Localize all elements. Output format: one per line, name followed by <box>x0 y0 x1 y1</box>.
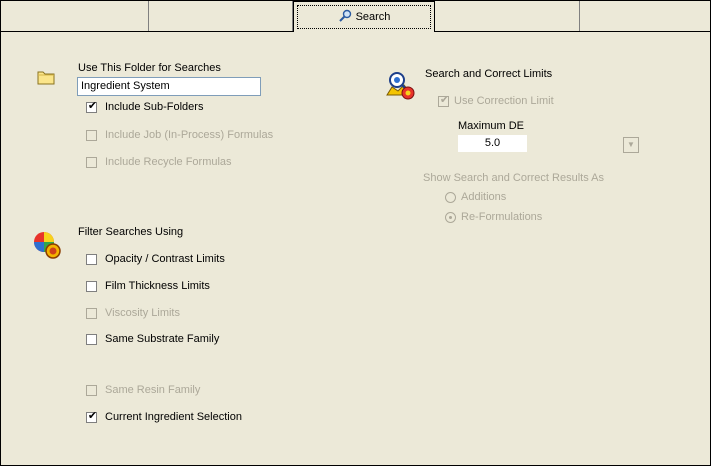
chevron-down-icon: ▼ <box>627 140 635 149</box>
tab-strip: Search <box>1 1 710 32</box>
checkmark-icon: ✔ <box>439 94 450 106</box>
additions-label: Additions <box>461 191 507 203</box>
tab-4[interactable] <box>435 1 580 31</box>
include-job-formulas-checkbox[interactable] <box>86 130 97 141</box>
folder-heading: Use This Folder for Searches <box>78 62 221 74</box>
tab-1[interactable] <box>1 1 149 31</box>
same-resin-label: Same Resin Family <box>105 384 201 396</box>
tab-5[interactable] <box>580 1 710 31</box>
folder-path-input[interactable]: Ingredient System <box>77 77 261 96</box>
opacity-contrast-label: Opacity / Contrast Limits <box>105 253 225 265</box>
use-correction-limit-label: Use Correction Limit <box>454 95 554 107</box>
viscosity-limits-checkbox[interactable] <box>86 308 97 319</box>
opacity-contrast-checkbox[interactable] <box>86 254 97 265</box>
checkmark-icon: ✔ <box>87 100 98 112</box>
tab-search-label: Search <box>355 11 391 23</box>
reformulations-radio[interactable] <box>445 212 456 223</box>
same-substrate-checkbox[interactable] <box>86 334 97 345</box>
search-correct-icon <box>384 69 416 104</box>
include-job-formulas-label: Include Job (In-Process) Formulas <box>105 129 274 141</box>
filter-heading: Filter Searches Using <box>78 226 184 238</box>
include-recycle-formulas-checkbox[interactable] <box>86 157 97 168</box>
same-resin-checkbox[interactable] <box>86 385 97 396</box>
include-recycle-formulas-label: Include Recycle Formulas <box>105 156 232 168</box>
maximum-de-dropdown[interactable]: ▼ <box>623 137 639 153</box>
include-sub-folders-label: Include Sub-Folders <box>105 101 204 113</box>
film-thickness-label: Film Thickness Limits <box>105 280 210 292</box>
viscosity-limits-label: Viscosity Limits <box>105 307 180 319</box>
search-options-panel: Search Use This Folder for Searches Ingr… <box>0 0 711 466</box>
maximum-de-label: Maximum DE <box>458 120 525 132</box>
include-sub-folders-checkbox[interactable]: ✔ <box>86 100 98 113</box>
current-ingredient-checkbox[interactable]: ✔ <box>86 410 98 423</box>
additions-radio[interactable] <box>445 192 456 203</box>
current-ingredient-label: Current Ingredient Selection <box>105 411 242 423</box>
magnifier-icon <box>338 9 352 26</box>
use-correction-limit-checkbox[interactable]: ✔ <box>438 94 450 107</box>
maximum-de-input[interactable]: 5.0 <box>457 134 528 153</box>
folder-icon <box>37 69 55 88</box>
color-filter-icon <box>32 230 64 265</box>
film-thickness-checkbox[interactable] <box>86 281 97 292</box>
correct-heading: Search and Correct Limits <box>425 68 553 80</box>
reformulations-label: Re-Formulations <box>461 211 543 223</box>
checkmark-icon: ✔ <box>87 410 98 422</box>
same-substrate-label: Same Substrate Family <box>105 333 220 345</box>
tab-2[interactable] <box>149 1 293 31</box>
show-results-label: Show Search and Correct Results As <box>423 172 604 184</box>
tab-search[interactable]: Search <box>293 1 435 32</box>
